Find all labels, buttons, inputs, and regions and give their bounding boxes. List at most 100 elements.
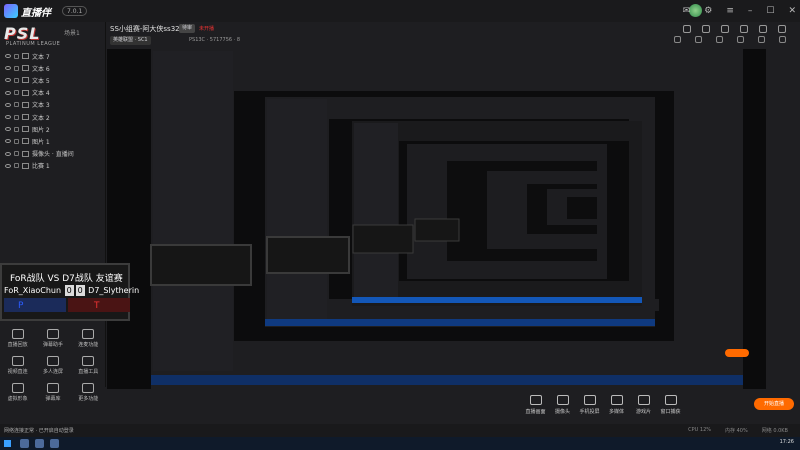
- eye-icon[interactable]: [5, 163, 11, 168]
- screenshot-icon[interactable]: [740, 25, 748, 33]
- video-icon: [11, 356, 24, 366]
- text-layer-icon: [22, 89, 29, 96]
- layer-item[interactable]: 文本 2: [0, 111, 106, 123]
- more-icon: [82, 383, 95, 393]
- menu-icon[interactable]: ≡: [726, 4, 734, 18]
- nested-start-button-1: [725, 349, 749, 357]
- match-title: FoR战队 VS D7战队 友谊赛: [10, 274, 123, 284]
- add-window-button[interactable]: 窗口捕获: [657, 392, 684, 415]
- add-camera-button[interactable]: 摄像头: [549, 392, 576, 415]
- maximize-icon[interactable]: ☐: [766, 4, 774, 18]
- align-icon[interactable]: [737, 36, 744, 43]
- eye-icon[interactable]: [5, 139, 11, 144]
- layer-item[interactable]: 文本 7: [0, 50, 106, 62]
- record-icon[interactable]: [778, 25, 786, 33]
- minimize-icon[interactable]: –: [748, 4, 753, 18]
- psl-logo: PSL PLATINUM LEAGUE: [4, 24, 61, 47]
- tool-video-link[interactable]: 视频直连: [2, 354, 34, 381]
- replay-icon: [11, 329, 24, 339]
- edit-icon[interactable]: [721, 25, 729, 33]
- scene-name[interactable]: 场景1: [64, 28, 80, 37]
- text-layer-icon: [22, 101, 29, 108]
- windows-start-icon[interactable]: [4, 440, 11, 447]
- tool-multi-screen[interactable]: 多人连屏: [37, 354, 69, 381]
- team-p-bar: [4, 298, 66, 312]
- game-layer-icon: [22, 162, 29, 169]
- tool-more[interactable]: 更多功能: [72, 381, 104, 408]
- lock-icon[interactable]: [14, 163, 19, 169]
- layer-item[interactable]: 文本 6: [0, 62, 106, 74]
- lock-icon[interactable]: [702, 25, 710, 33]
- fullscreen-icon[interactable]: [759, 25, 767, 33]
- nested-preview-6: [567, 197, 597, 219]
- lock-icon[interactable]: [14, 77, 19, 83]
- rotate-icon[interactable]: [758, 36, 765, 43]
- memory-stat: 内存 40%: [725, 428, 748, 434]
- lock-icon[interactable]: [14, 151, 19, 157]
- tool-live-tools[interactable]: 直播工具: [72, 354, 104, 381]
- status-bar: 网络连接正常 · 已开启自动登录 CPU 12% 内存 40% 网络 0.0KB: [0, 424, 800, 437]
- nested-taskbar-1: [151, 375, 743, 385]
- text-layer-icon: [22, 114, 29, 121]
- lock-icon[interactable]: [14, 126, 19, 132]
- add-phone-button[interactable]: 手机投屏: [576, 392, 603, 415]
- share-icon[interactable]: [683, 25, 691, 33]
- lock-icon[interactable]: [14, 90, 19, 96]
- eye-icon[interactable]: [5, 102, 11, 107]
- tool-replay[interactable]: 直播回放: [2, 327, 34, 354]
- avatar-icon: [11, 383, 24, 393]
- tool-danmaku[interactable]: 弹幕助手: [37, 327, 69, 354]
- layer-item[interactable]: 图片 1: [0, 135, 106, 147]
- score-overlay[interactable]: FoR战队 VS D7战队 友谊赛 FoR_XiaoChun 00 D7_Sly…: [0, 263, 139, 321]
- layer-down-icon[interactable]: [716, 36, 723, 43]
- text-layer-icon: [22, 77, 29, 84]
- title-bar: 直播伴侣 7.0.1 ✉ ⚙ ≡ – ☐ ✕: [0, 0, 800, 34]
- lock-icon[interactable]: [14, 138, 19, 144]
- layer-item[interactable]: 文本 5: [0, 74, 106, 86]
- lock-icon[interactable]: [14, 53, 19, 59]
- eye-icon[interactable]: [5, 78, 11, 83]
- layer-item[interactable]: 文本 4: [0, 87, 106, 99]
- layer-item[interactable]: 摄像头 · 直播间: [0, 148, 106, 160]
- add-media-button[interactable]: 多媒体: [603, 392, 630, 415]
- layer-up-icon[interactable]: [695, 36, 702, 43]
- mail-icon[interactable]: ✉: [683, 4, 691, 18]
- right-side-label: T: [94, 301, 100, 311]
- tool-grid: 直播回放 弹幕助手 连麦功能 视频直连 多人连屏 直播工具 虚拟形象 弹幕库 更…: [0, 327, 106, 408]
- room-title[interactable]: SS小组赛-阿大侠ss3277: [110, 24, 189, 34]
- lock-icon[interactable]: [14, 65, 19, 71]
- eye-icon[interactable]: [5, 66, 11, 71]
- preview-canvas[interactable]: [107, 49, 766, 389]
- left-score: 0: [64, 285, 74, 296]
- layer-item[interactable]: 文本 3: [0, 99, 106, 111]
- eye-icon[interactable]: [5, 127, 11, 132]
- app-logo-icon: [4, 4, 18, 18]
- eye-icon[interactable]: [5, 54, 11, 59]
- layer-item[interactable]: 比赛 1: [0, 160, 106, 172]
- tool-danmaku-lib[interactable]: 弹幕库: [37, 381, 69, 408]
- lock-icon[interactable]: [14, 114, 19, 120]
- layer-item[interactable]: 图片 2: [0, 123, 106, 135]
- eye-icon[interactable]: [5, 151, 11, 156]
- taskbar-clock[interactable]: 17:26: [780, 439, 794, 445]
- eye-icon[interactable]: [5, 115, 11, 120]
- lock-icon[interactable]: [14, 102, 19, 108]
- text-layer-icon: [22, 65, 29, 72]
- status-message: 网络连接正常 · 已开启自动登录: [4, 428, 74, 434]
- start-live-button[interactable]: 开始直播: [754, 398, 794, 410]
- grid-icon[interactable]: [674, 36, 681, 43]
- settings-icon[interactable]: ⚙: [704, 4, 712, 18]
- taskbar-app-icon[interactable]: [35, 439, 44, 448]
- tool-link-mic[interactable]: 连麦功能: [72, 327, 104, 354]
- danmaku-icon: [46, 329, 59, 339]
- tool-avatar[interactable]: 虚拟形象: [2, 381, 34, 408]
- taskbar-app-icon[interactable]: [50, 439, 59, 448]
- add-game-button[interactable]: 游戏片: [630, 392, 657, 415]
- delete-icon[interactable]: [779, 36, 786, 43]
- taskbar-app-icon[interactable]: [20, 439, 29, 448]
- layout-actions: [674, 36, 786, 43]
- eye-icon[interactable]: [5, 90, 11, 95]
- add-screen-button[interactable]: 直播画面: [522, 392, 549, 415]
- close-icon[interactable]: ✕: [788, 4, 796, 18]
- category-selector[interactable]: 英雄联盟 · SC1: [110, 36, 151, 45]
